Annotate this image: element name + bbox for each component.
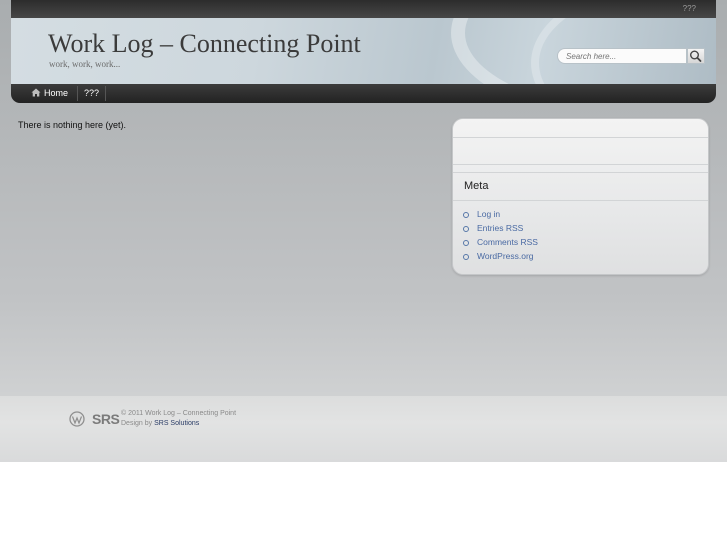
magnifier-icon: [690, 50, 702, 62]
top-bar-link[interactable]: ???: [683, 4, 696, 13]
list-bullet-icon: [463, 225, 469, 232]
meta-link-comments-rss[interactable]: Comments RSS: [463, 235, 538, 249]
sidebar-divider: [453, 172, 708, 173]
page-background: ??? Work Log – Connecting Point work, wo…: [0, 0, 727, 462]
main-nav: Home ???: [11, 84, 716, 103]
meta-link-list: Log in Entries RSS Comments RSS WordPres…: [463, 207, 538, 263]
site-title[interactable]: Work Log – Connecting Point: [48, 29, 361, 59]
home-icon: [31, 88, 41, 97]
nav-divider: [105, 86, 106, 101]
sidebar-divider: [453, 137, 708, 138]
footer-design-line: Design by SRS Solutions: [121, 419, 236, 429]
footer-credits: © 2011 Work Log – Connecting Point Desig…: [121, 409, 236, 429]
empty-content-message: There is nothing here (yet).: [18, 120, 127, 130]
meta-link-label: Comments RSS: [477, 237, 538, 247]
meta-link-wordpress-org[interactable]: WordPress.org: [463, 249, 538, 263]
meta-link-label: Entries RSS: [477, 223, 524, 233]
nav-item-home[interactable]: Home: [31, 84, 68, 103]
footer: SRS © 2011 Work Log – Connecting Point D…: [0, 396, 727, 462]
meta-link-entries-rss[interactable]: Entries RSS: [463, 221, 538, 235]
meta-link-label: WordPress.org: [477, 251, 534, 261]
meta-link-log-in[interactable]: Log in: [463, 207, 538, 221]
footer-design-prefix: Design by: [121, 420, 153, 427]
nav-item-home-label: Home: [44, 88, 69, 98]
footer-copyright: © 2011 Work Log – Connecting Point: [121, 410, 237, 417]
search-input[interactable]: [557, 48, 687, 64]
sidebar-widget: Meta Log in Entries RSS Comments RSS Wor…: [452, 118, 709, 275]
search-button[interactable]: [687, 48, 705, 64]
footer-design-link[interactable]: SRS Solutions: [154, 420, 199, 427]
meta-link-label: Log in: [477, 209, 501, 219]
wordpress-logo-icon[interactable]: [69, 411, 85, 427]
list-bullet-icon: [463, 239, 469, 246]
sidebar-divider: [453, 164, 708, 165]
sidebar-divider: [453, 200, 708, 201]
nav-item-secondary[interactable]: ???: [84, 84, 99, 103]
widget-title: Meta: [464, 180, 489, 192]
list-bullet-icon: [463, 211, 469, 218]
srs-logo[interactable]: SRS: [92, 411, 120, 427]
site-tagline: work, work, work...: [49, 59, 121, 69]
top-bar: ???: [11, 0, 716, 18]
nav-divider: [77, 86, 78, 101]
list-bullet-icon: [463, 253, 469, 260]
